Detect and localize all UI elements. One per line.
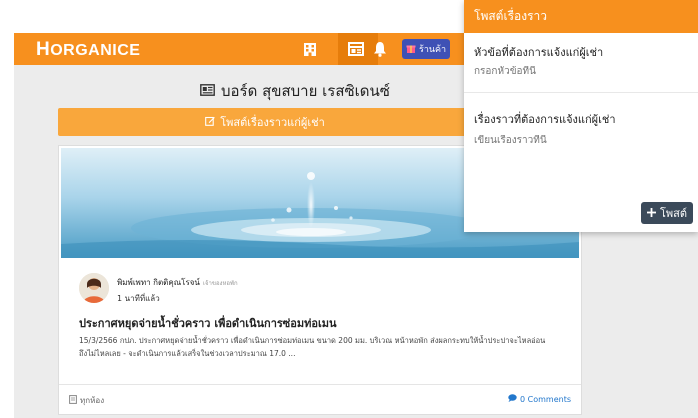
card-divider — [59, 384, 581, 385]
brand-logo[interactable]: HORGANICE — [36, 39, 140, 61]
building-icon[interactable] — [301, 40, 319, 58]
author-name[interactable]: พิมพ์เพทา กิตติคุณโรจน์ — [117, 278, 200, 287]
gift-icon — [406, 43, 416, 56]
document-icon — [69, 395, 77, 406]
room-tag-label: ทุกห้อง — [80, 396, 105, 405]
subject-label: หัวข้อที่ต้องการแจ้งแก่ผู้เช่า — [474, 46, 604, 59]
room-tag: ทุกห้อง — [69, 394, 104, 407]
brand-name: ORGANICE — [50, 42, 141, 59]
avatar[interactable] — [79, 272, 109, 303]
post-story-panel: โพสต์เรื่องราว หัวข้อที่ต้องการแจ้งแก่ผู… — [464, 0, 698, 232]
panel-title: โพสต์เรื่องราว — [464, 0, 698, 33]
comments-link[interactable]: 0 Comments — [508, 394, 571, 404]
post-story-button[interactable]: โพสต์เรื่องราวแก่ผู้เช่า — [58, 108, 472, 136]
board-title: บอร์ด สุขสบาย เรสซิเดนซ์ — [200, 79, 390, 103]
plus-icon — [647, 207, 656, 220]
post-story-label: โพสต์เรื่องราวแก่ผู้เช่า — [220, 116, 325, 129]
story-input[interactable] — [474, 135, 684, 146]
board-icon[interactable] — [347, 40, 365, 58]
panel-divider — [464, 92, 698, 93]
post-body: 15/3/2566 กปภ. ประกาศหยุดจ่ายน้ำชั่วคราว… — [79, 336, 546, 358]
submit-post-button[interactable]: โพสต์ — [641, 202, 694, 224]
bell-icon[interactable] — [371, 40, 389, 58]
edit-icon — [205, 116, 216, 129]
subject-input[interactable] — [474, 66, 684, 77]
story-label: เรื่องราวที่ต้องการแจ้งแก่ผู้เช่า — [474, 113, 616, 126]
newspaper-icon — [200, 82, 215, 100]
comment-icon — [508, 394, 517, 404]
post-time: 1 นาทีที่แล้ว — [117, 294, 160, 303]
post-author: พิมพ์เพทา กิตติคุณโรจน์ เจ้าของหอพัก 1 นา… — [79, 270, 238, 305]
shop-button[interactable]: ร้านค้า — [402, 39, 451, 59]
comments-count: 0 Comments — [520, 394, 571, 404]
board-title-text: บอร์ด สุขสบาย เรสซิเดนซ์ — [221, 82, 390, 100]
brand-prefix: H — [36, 39, 51, 60]
post-title[interactable]: ประกาศหยุดจ่ายน้ำชั่วคราว เพื่อดำเนินการ… — [79, 314, 337, 332]
submit-label: โพสต์ — [660, 207, 688, 220]
author-role: เจ้าของหอพัก — [202, 280, 238, 287]
shop-label: ร้านค้า — [419, 45, 447, 55]
